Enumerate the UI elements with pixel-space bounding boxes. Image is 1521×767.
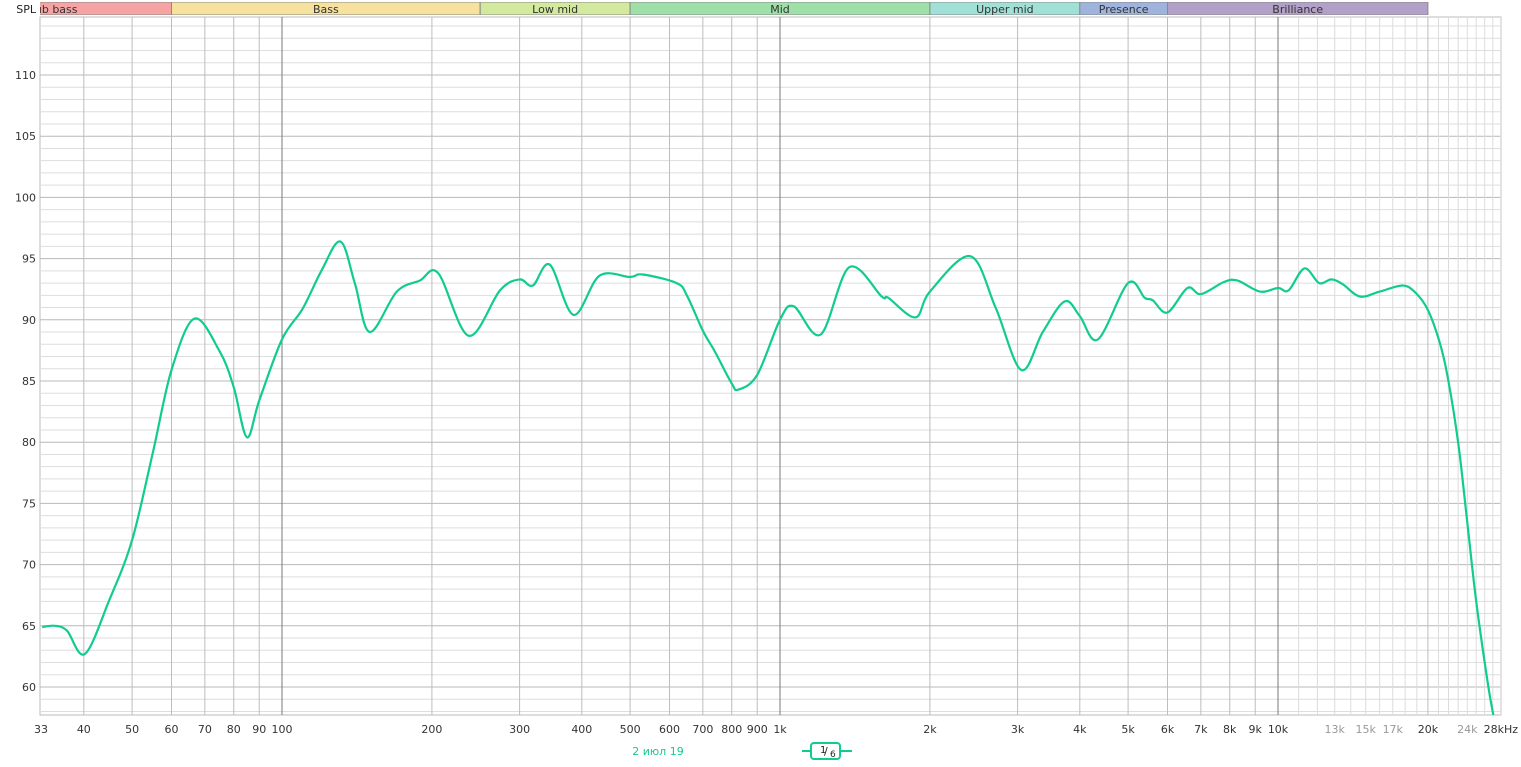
x-tick-label: 900 xyxy=(747,723,768,736)
x-tick-label: 8k xyxy=(1223,723,1237,736)
x-tick-label: 3k xyxy=(1011,723,1025,736)
y-tick-label: 70 xyxy=(22,559,36,572)
x-tick-label: 300 xyxy=(509,723,530,736)
x-tick-label: 6k xyxy=(1161,723,1175,736)
footer: 2 июл 19 1 / 6 xyxy=(632,742,852,760)
band-label: Brilliance xyxy=(1272,3,1323,16)
band-label: Mid xyxy=(770,3,790,16)
x-tick-label: 800 xyxy=(721,723,742,736)
x-tick-label: 4k xyxy=(1073,723,1087,736)
x-tick-label: 28kHz xyxy=(1484,723,1519,736)
y-tick-label: 80 xyxy=(22,436,36,449)
x-tick-label: 24k xyxy=(1457,723,1478,736)
frequency-response-chart: Sub bass Bass Low mid Mid Upper mid Presence B… xyxy=(15,2,1518,760)
x-tick-label: 50 xyxy=(125,723,139,736)
x-tick-label: 9k xyxy=(1249,723,1263,736)
x-tick-label: 700 xyxy=(692,723,713,736)
band-items: Sub bass Bass Low mid Mid Upper mid Presence B… xyxy=(40,2,1429,16)
x-tick-label: 500 xyxy=(620,723,641,736)
smoothing-indicator[interactable]: 1 / 6 xyxy=(802,742,852,760)
y-tick-label: 60 xyxy=(22,681,36,694)
y-tick-label: 85 xyxy=(22,375,36,388)
x-tick-label: 5k xyxy=(1121,723,1135,736)
grid xyxy=(39,16,1502,716)
x-tick-label: 7k xyxy=(1194,723,1208,736)
x-tick-label: 40 xyxy=(77,723,91,736)
x-tick-label: 2k xyxy=(923,723,937,736)
x-tick-label: 60 xyxy=(165,723,179,736)
y-tick-label: 75 xyxy=(22,497,36,510)
x-tick-label: 200 xyxy=(421,723,442,736)
x-tick-label: 100 xyxy=(272,723,293,736)
band-label: Bass xyxy=(313,3,339,16)
y-axis-label: SPL xyxy=(16,3,37,16)
y-tick-label: 95 xyxy=(22,253,36,266)
y-tick-label: 100 xyxy=(15,191,36,204)
x-tick-label: 90 xyxy=(252,723,266,736)
measurement-date[interactable]: 2 июл 19 xyxy=(632,745,683,758)
x-tick-label: 1k xyxy=(773,723,787,736)
y-tick-label: 105 xyxy=(15,130,36,143)
y-tick-label: 110 xyxy=(15,69,36,82)
x-tick-labels: 33 40 50 60 70 80 90 100 200 300 400 500 600 700 800 90… xyxy=(34,723,1518,736)
y-tick-label: 90 xyxy=(22,314,36,327)
y-tick-labels: 60 65 70 75 80 85 90 95 100 105 110 xyxy=(15,69,36,694)
band-bar: Sub bass Bass Low mid Mid Upper mid Presence B… xyxy=(40,2,1429,16)
x-tick-label: 20k xyxy=(1418,723,1439,736)
x-tick-label: 10k xyxy=(1268,723,1289,736)
smoothing-slash: / xyxy=(824,745,828,758)
x-tick-label: 13k xyxy=(1325,723,1346,736)
x-tick-label: 17k xyxy=(1383,723,1404,736)
x-tick-label: 70 xyxy=(198,723,212,736)
x-tick-label: 33 xyxy=(34,723,48,736)
x-tick-label: 80 xyxy=(227,723,241,736)
band-label: Low mid xyxy=(532,3,578,16)
x-tick-label: 15k xyxy=(1356,723,1377,736)
x-tick-label: 600 xyxy=(659,723,680,736)
band-label: Presence xyxy=(1099,3,1149,16)
smoothing-denominator: 6 xyxy=(830,750,836,760)
band-label: Upper mid xyxy=(976,3,1034,16)
y-tick-label: 65 xyxy=(22,620,36,633)
x-tick-label: 400 xyxy=(571,723,592,736)
